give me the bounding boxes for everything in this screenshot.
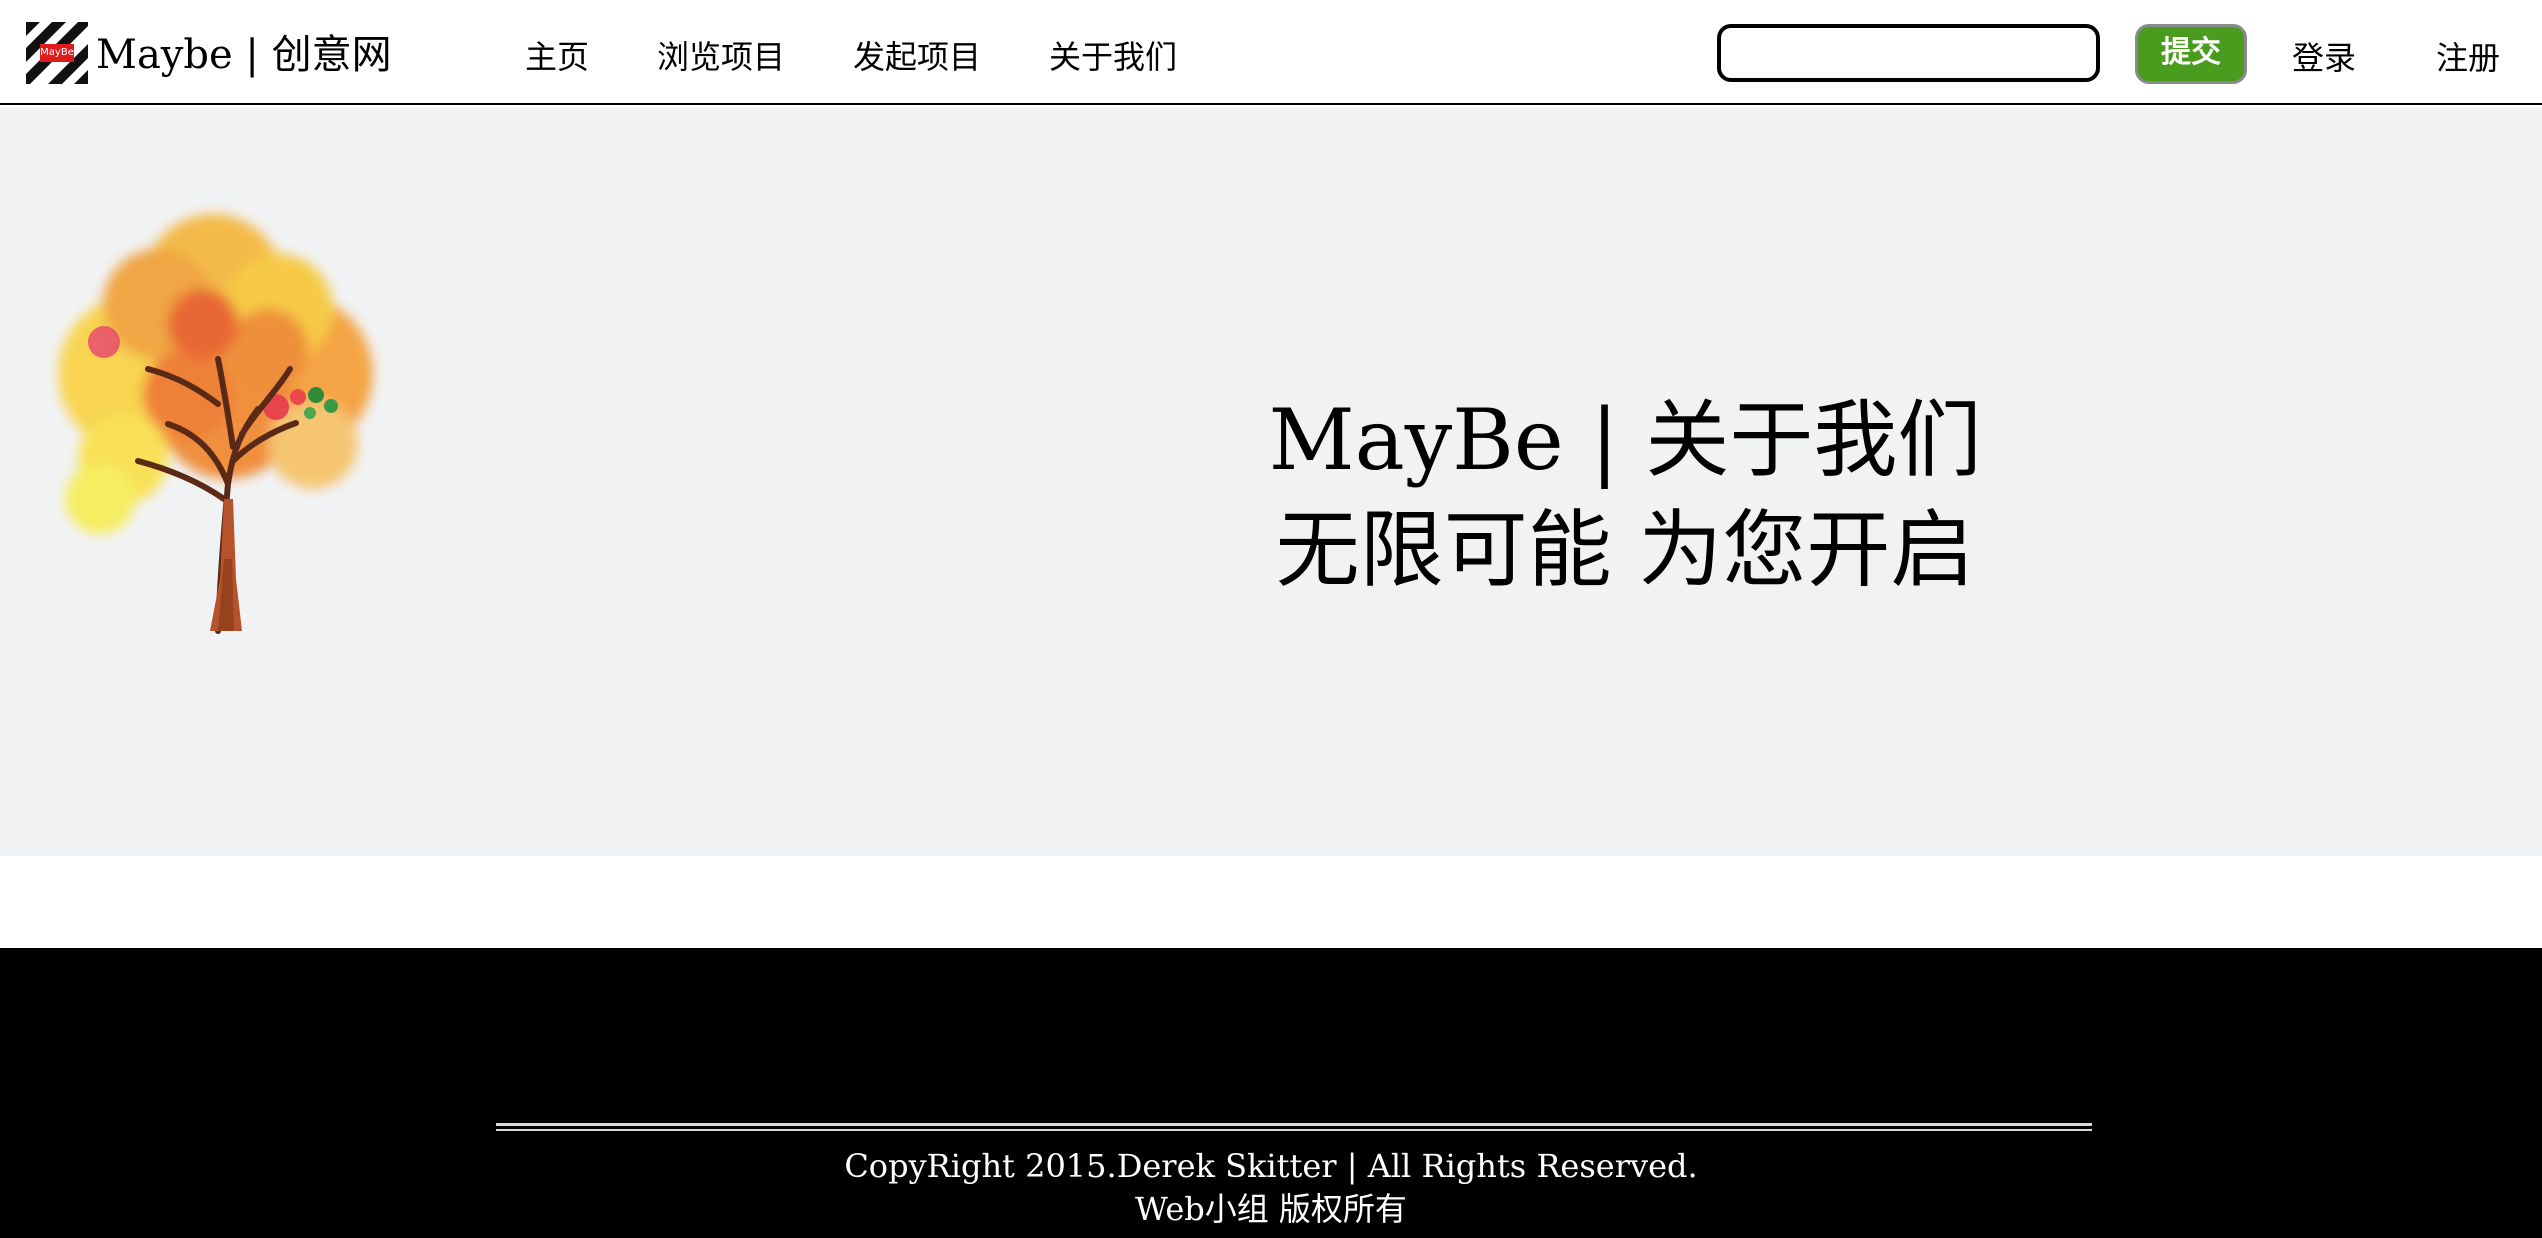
hero-subtitle: 无限可能 为您开启 xyxy=(1275,501,1975,599)
footer-rights: Web小组 版权所有 xyxy=(1135,1190,1407,1228)
submit-button[interactable]: 提交 xyxy=(2135,24,2247,84)
autumn-tree-illustration xyxy=(58,214,373,634)
top-navbar: MayBe Maybe | 创意网 主页 浏览项目 发起项目 关于我们 提交 登… xyxy=(0,0,2542,105)
nav-item-browse-projects[interactable]: 浏览项目 xyxy=(657,33,785,81)
footer-copyright: CopyRight 2015.Derek Skitter | All Right… xyxy=(844,1147,1698,1185)
footer-divider xyxy=(496,1123,2092,1131)
hero-banner: MayBe | 关于我们 无限可能 为您开启 xyxy=(0,107,2542,856)
hero-title: MayBe | 关于我们 xyxy=(1268,391,1982,489)
nav-item-home[interactable]: 主页 xyxy=(525,33,589,81)
fruit-dot xyxy=(88,326,120,358)
login-link[interactable]: 登录 xyxy=(2292,34,2356,82)
register-link[interactable]: 注册 xyxy=(2436,34,2500,82)
search-input[interactable] xyxy=(1717,24,2100,82)
nav-item-about-us[interactable]: 关于我们 xyxy=(1049,33,1177,81)
page-footer: CopyRight 2015.Derek Skitter | All Right… xyxy=(0,948,2542,1238)
nav-item-start-project[interactable]: 发起项目 xyxy=(853,33,981,81)
site-brand[interactable]: Maybe | 创意网 xyxy=(96,27,392,83)
logo-text: MayBe xyxy=(40,44,74,62)
site-logo[interactable]: MayBe xyxy=(26,22,88,84)
